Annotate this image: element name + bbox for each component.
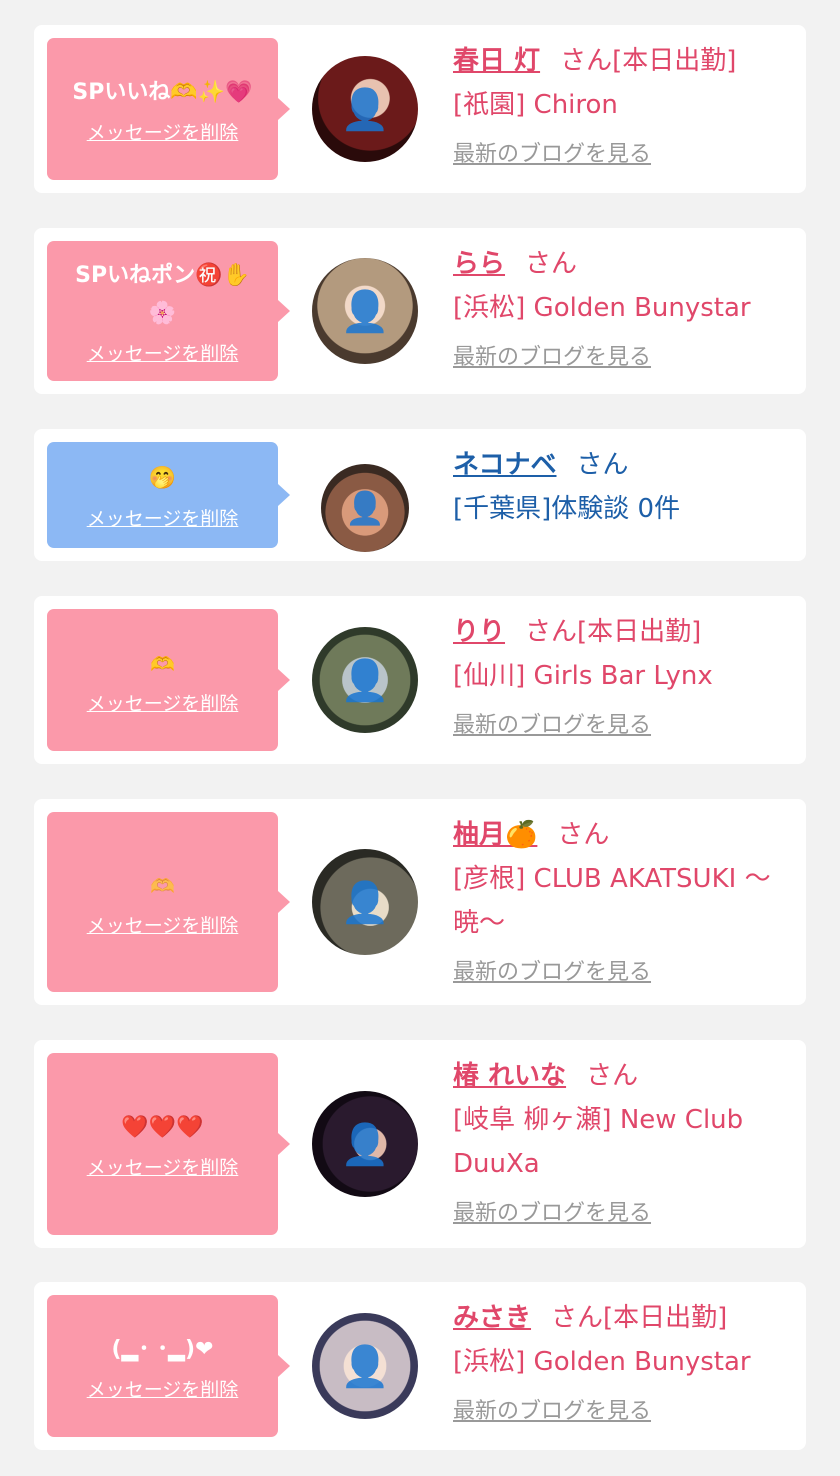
shop-label: [彦根] CLUB AKATSUKI ～暁～ [453, 864, 771, 938]
person-icon: 👤 [340, 657, 390, 704]
shop-label: [浜松] Golden Bunystar [453, 1347, 751, 1377]
name-line: りり さん[本日出勤] [453, 610, 788, 654]
user-info: 椿 れいな さん [岐阜 柳ヶ瀬] New Club DuuXa 最新のブログを見… [453, 1054, 788, 1234]
avatar[interactable]: 👤 [312, 1313, 418, 1419]
user-name-link[interactable]: らら [453, 249, 505, 279]
like-card: SPいいね🫶✨💗 メッセージを削除 👤 春日 灯さん[本日出勤] [祇園] Ch… [34, 25, 806, 193]
avatar[interactable]: 👤 [312, 1091, 418, 1197]
like-card: 🫶 メッセージを削除 👤 柚月🍊 さん [彦根] CLUB AKATSUKI ～暁… [34, 799, 806, 1005]
avatar[interactable]: 👤 [312, 56, 418, 162]
avatar[interactable]: 👤 [312, 258, 418, 364]
message-text: 🫶 [150, 651, 175, 676]
honorific: さん[本日出勤] [525, 617, 702, 647]
delete-message-link[interactable]: メッセージを削除 [87, 118, 239, 145]
message-bubble: 🤭 メッセージを削除 [47, 442, 290, 548]
message-bubble: 🫶 メッセージを削除 [47, 812, 290, 992]
message-text: 🫶 [150, 873, 175, 898]
delete-message-link[interactable]: メッセージを削除 [87, 689, 239, 716]
like-card: SPいねポン㊗️✋🌸 メッセージを削除 👤 らら さん [浜松] Golden B… [34, 228, 806, 394]
user-info: りり さん[本日出勤] [仙川] Girls Bar Lynx 最新のブログを見る [453, 610, 788, 746]
message-bubble: 🫶 メッセージを削除 [47, 609, 290, 751]
blog-link[interactable]: 最新のブログを見る [453, 706, 788, 746]
person-icon: 👤 [340, 288, 390, 335]
avatar[interactable]: 👤 [312, 849, 418, 955]
name-line: 柚月🍊 さん [453, 813, 788, 857]
user-name-link[interactable]: 柚月🍊 [453, 820, 537, 850]
honorific: さん [586, 1061, 639, 1091]
like-card: ❤️❤️❤️ メッセージを削除 👤 椿 れいな さん [岐阜 柳ヶ瀬] New C… [34, 1040, 806, 1248]
message-text: (▂･ ･▂)❤ [111, 1336, 214, 1362]
honorific: さん [525, 249, 578, 279]
shop-label: [浜松] Golden Bunystar [453, 293, 751, 323]
person-icon: 👤 [340, 1343, 390, 1390]
user-name-link[interactable]: 春日 灯 [453, 46, 540, 76]
honorific: さん [557, 820, 610, 850]
user-info: 柚月🍊 さん [彦根] CLUB AKATSUKI ～暁～ 最新のブログを見る [453, 813, 788, 993]
avatar[interactable]: 👤 [321, 464, 409, 552]
shop-label: [千葉県]体験談 0件 [453, 494, 681, 524]
user-info: らら さん [浜松] Golden Bunystar 最新のブログを見る [453, 242, 788, 378]
like-card: (▂･ ･▂)❤ メッセージを削除 👤 みさき さん[本日出勤] [浜松] Gol… [34, 1282, 806, 1450]
name-line: ネコナベ さん [453, 443, 788, 487]
honorific: さん[本日出勤] [551, 1303, 728, 1333]
name-line: らら さん [453, 242, 788, 286]
person-icon: 👤 [345, 489, 385, 527]
delete-message-link[interactable]: メッセージを削除 [87, 1153, 239, 1180]
like-card: 🫶 メッセージを削除 👤 りり さん[本日出勤] [仙川] Girls Bar L… [34, 596, 806, 764]
message-text: 🤭 [148, 465, 177, 491]
like-card: 🤭 メッセージを削除 👤 ネコナベ さん [千葉県]体験談 0件 [34, 429, 806, 561]
user-name-link[interactable]: 椿 れいな [453, 1061, 566, 1091]
user-info: ネコナベ さん [千葉県]体験談 0件 [453, 443, 788, 531]
user-info: 春日 灯さん[本日出勤] [祇園] Chiron 最新のブログを見る [453, 39, 788, 175]
message-bubble: (▂･ ･▂)❤ メッセージを削除 [47, 1295, 290, 1437]
shop-label: [岐阜 柳ヶ瀬] New Club DuuXa [453, 1105, 744, 1179]
name-line: 椿 れいな さん [453, 1054, 788, 1098]
blog-link[interactable]: 最新のブログを見る [453, 1194, 788, 1234]
name-line: 春日 灯さん[本日出勤] [453, 39, 788, 83]
message-bubble: ❤️❤️❤️ メッセージを削除 [47, 1053, 290, 1235]
blog-link[interactable]: 最新のブログを見る [453, 135, 788, 175]
blog-link[interactable]: 最新のブログを見る [453, 953, 788, 993]
person-icon: 👤 [340, 1121, 390, 1168]
delete-message-link[interactable]: メッセージを削除 [87, 504, 239, 531]
honorific: さん [576, 450, 629, 480]
person-icon: 👤 [340, 879, 390, 926]
user-name-link[interactable]: りり [453, 617, 505, 647]
blog-link[interactable]: 最新のブログを見る [453, 338, 788, 378]
delete-message-link[interactable]: メッセージを削除 [87, 911, 239, 938]
message-text: ❤️❤️❤️ [121, 1114, 204, 1140]
user-name-link[interactable]: ネコナベ [453, 450, 556, 480]
shop-label: [仙川] Girls Bar Lynx [453, 661, 713, 691]
user-info: みさき さん[本日出勤] [浜松] Golden Bunystar 最新のブログを… [453, 1296, 788, 1432]
blog-link[interactable]: 最新のブログを見る [453, 1392, 788, 1432]
avatar[interactable]: 👤 [312, 627, 418, 733]
message-text: SPいいね🫶✨💗 [72, 79, 253, 105]
shop-label: [祇園] Chiron [453, 90, 618, 120]
delete-message-link[interactable]: メッセージを削除 [87, 339, 239, 366]
message-bubble: SPいねポン㊗️✋🌸 メッセージを削除 [47, 241, 290, 381]
delete-message-link[interactable]: メッセージを削除 [87, 1375, 239, 1402]
person-icon: 👤 [340, 86, 390, 133]
message-bubble: SPいいね🫶✨💗 メッセージを削除 [47, 38, 290, 180]
honorific: さん[本日出勤] [560, 46, 737, 76]
message-text: SPいねポン㊗️✋🌸 [75, 262, 250, 326]
name-line: みさき さん[本日出勤] [453, 1296, 788, 1340]
user-name-link[interactable]: みさき [453, 1303, 531, 1333]
